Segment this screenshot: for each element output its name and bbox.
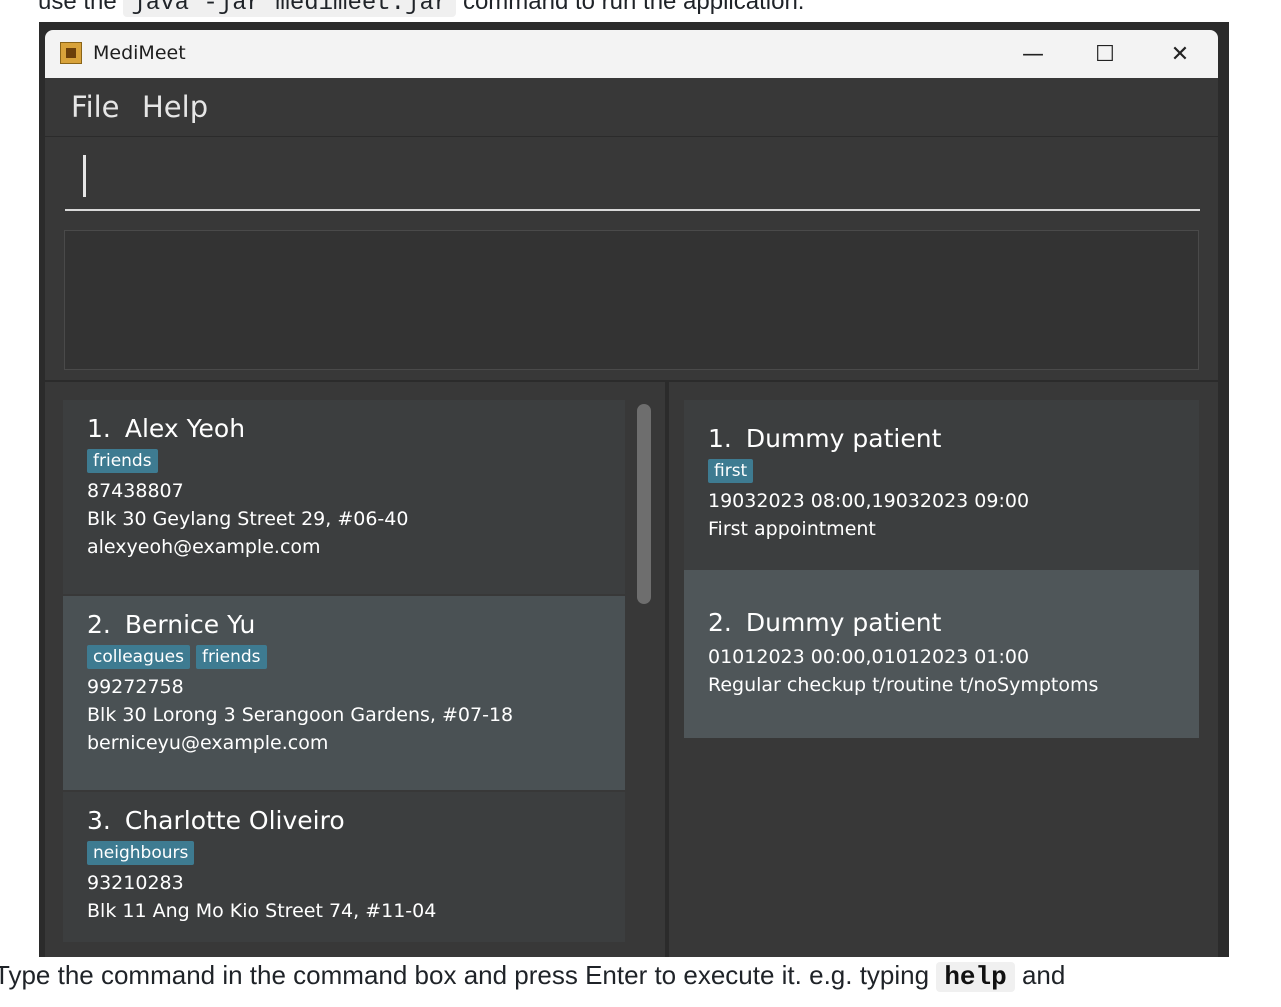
doc-code: java -jar medimeet.jar: [123, 0, 457, 17]
doc-text: and: [1021, 960, 1066, 990]
appointment-card[interactable]: 1. Dummy patient first 19032023 08:00,190…: [684, 400, 1199, 570]
menu-help[interactable]: Help: [142, 90, 208, 124]
menu-file[interactable]: File: [71, 90, 120, 124]
person-name: Alex Yeoh: [124, 414, 246, 443]
appointment-index: 2.: [708, 608, 732, 637]
person-card-selected[interactable]: 2. Bernice Yu colleagues friends 99272758…: [63, 596, 625, 790]
appointment-time: 01012023 00:00,01012023 01:00: [708, 646, 1030, 668]
appointment-card-selected[interactable]: 2. Dummy patient 01012023 00:00,01012023 …: [684, 570, 1199, 738]
person-index: 3.: [87, 806, 111, 835]
app-window: MediMeet — ☐ ✕ File Help 1. Alex Yeoh fri…: [39, 22, 1229, 957]
minimize-button[interactable]: —: [1013, 40, 1053, 68]
tag: neighbours: [87, 841, 195, 865]
tag: friends: [195, 645, 267, 669]
person-card[interactable]: 3. Charlotte Oliveiro neighbours 93210283…: [63, 792, 625, 942]
person-phone: 99272758: [87, 676, 184, 698]
close-button[interactable]: ✕: [1160, 40, 1200, 68]
tag-list: first: [708, 459, 1175, 483]
person-name-line: 2. Bernice Yu: [87, 610, 601, 639]
tag-list: colleagues friends: [87, 645, 601, 669]
person-name: Charlotte Oliveiro: [124, 806, 345, 835]
tag: friends: [87, 449, 158, 473]
appointment-description: First appointment: [708, 518, 876, 540]
appointment-name-line: 1. Dummy patient: [708, 424, 1175, 453]
appointment-index: 1.: [708, 424, 732, 453]
app-icon: [60, 42, 82, 64]
appointment-description: Regular checkup t/routine t/noSymptoms: [708, 674, 1099, 696]
menu-bar: File Help: [45, 78, 1218, 136]
person-name: Bernice Yu: [124, 610, 256, 639]
person-address: Blk 30 Geylang Street 29, #06-40: [87, 508, 409, 530]
appointment-name: Dummy patient: [745, 608, 942, 637]
title-bar[interactable]: MediMeet — ☐ ✕: [45, 30, 1218, 78]
person-address: Blk 30 Lorong 3 Serangoon Gardens, #07-1…: [87, 704, 514, 726]
person-list-panel: 1. Alex Yeoh friends 87438807 Blk 30 Geyl…: [45, 382, 665, 957]
doc-text: Type the command in the command box and …: [0, 960, 930, 990]
person-address: Blk 11 Ang Mo Kio Street 74, #11-04: [87, 900, 437, 922]
command-box-area: [45, 137, 1218, 220]
appointment-name-line: 2. Dummy patient: [708, 608, 1175, 637]
result-display-area: [45, 220, 1218, 380]
maximize-button[interactable]: ☐: [1085, 40, 1125, 68]
tag: first: [708, 459, 754, 483]
person-phone: 87438807: [87, 480, 184, 502]
appointment-list-panel: 1. Dummy patient first 19032023 08:00,190…: [669, 382, 1218, 957]
person-index: 2.: [87, 610, 111, 639]
appointment-time: 19032023 08:00,19032023 09:00: [708, 490, 1030, 512]
text-caret: [83, 155, 86, 197]
doc-instruction-top: use the java -jar medimeet.jar command t…: [38, 0, 804, 17]
person-index: 1.: [87, 414, 111, 443]
person-email: alexyeoh@example.com: [87, 536, 321, 558]
appointment-name: Dummy patient: [745, 424, 942, 453]
person-name-line: 1. Alex Yeoh: [87, 414, 601, 443]
doc-text: command to run the application.: [462, 0, 805, 15]
command-input[interactable]: [65, 137, 1200, 211]
tag-list: friends: [87, 449, 601, 473]
result-display: [64, 230, 1199, 370]
doc-instruction-bottom: Type the command in the command box and …: [0, 960, 1065, 992]
tag-list: neighbours: [87, 841, 601, 865]
person-name-line: 3. Charlotte Oliveiro: [87, 806, 601, 835]
person-card[interactable]: 1. Alex Yeoh friends 87438807 Blk 30 Geyl…: [63, 400, 625, 594]
window-title: MediMeet: [93, 42, 186, 64]
doc-code: help: [936, 962, 1015, 992]
tag: colleagues: [87, 645, 190, 669]
person-phone: 93210283: [87, 872, 184, 894]
doc-text: use the: [38, 0, 117, 15]
person-email: berniceyu@example.com: [87, 732, 329, 754]
list-scrollbar[interactable]: [637, 404, 651, 604]
